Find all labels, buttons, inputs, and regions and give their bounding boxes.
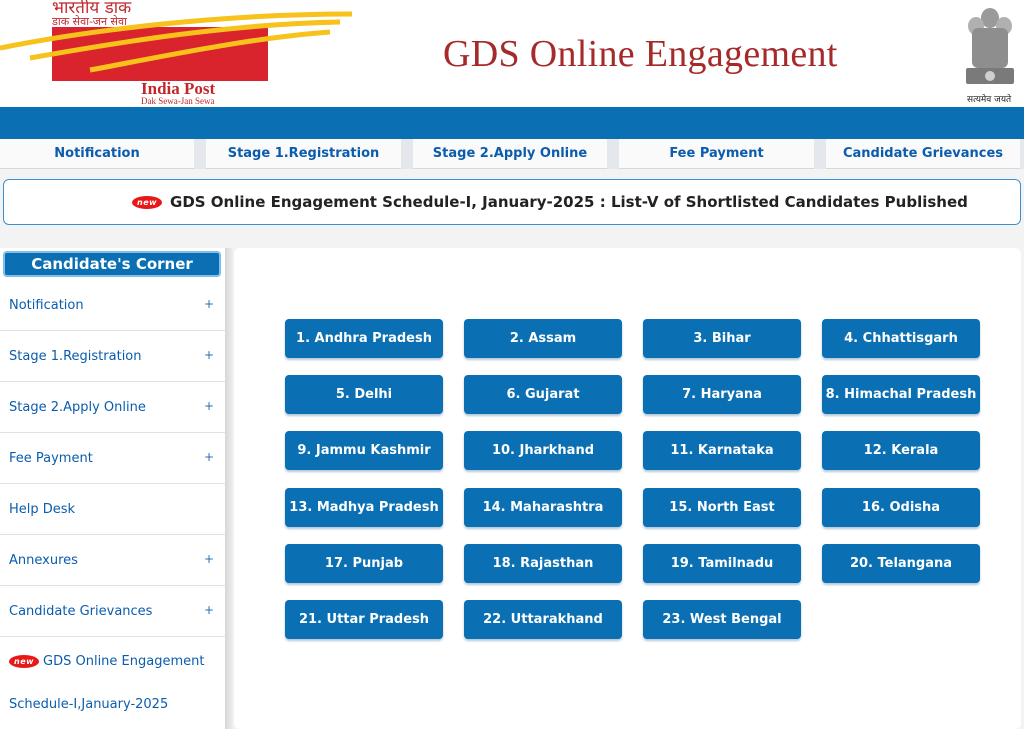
state-button-telangana[interactable]: 20. Telangana [822, 544, 980, 583]
sidebar-item-label: Candidate Grievances [9, 603, 153, 619]
sidebar-item-fee-payment[interactable]: Fee Payment + [0, 433, 225, 484]
state-button-andhra-pradesh[interactable]: 1. Andhra Pradesh [285, 319, 443, 358]
nav-tab-notification[interactable]: Notification [0, 139, 194, 169]
state-button-maharashtra[interactable]: 14. Maharashtra [464, 488, 622, 527]
sidebar-item-label: Notification [9, 297, 84, 313]
expand-plus-icon[interactable]: + [204, 552, 214, 566]
sidebar-item-candidate-grievances[interactable]: Candidate Grievances + [0, 586, 225, 637]
header-band [0, 107, 1024, 139]
state-button-kerala[interactable]: 12. Kerala [822, 431, 980, 470]
sidebar-title: Candidate's Corner [3, 251, 221, 277]
expand-plus-icon[interactable]: + [204, 450, 214, 464]
state-button-north-east[interactable]: 15. North East [643, 488, 801, 527]
logo-tagline: Dak Sewa-Jan Sewa [141, 96, 215, 106]
state-button-delhi[interactable]: 5. Delhi [285, 375, 443, 414]
sidebar-new-link-line1[interactable]: GDS Online Engagement [43, 654, 204, 669]
new-badge-icon: new [9, 655, 40, 668]
state-button-jharkhand[interactable]: 10. Jharkhand [464, 431, 622, 470]
state-button-bihar[interactable]: 3. Bihar [643, 319, 801, 358]
sidebar-item-registration[interactable]: Stage 1.Registration + [0, 331, 225, 382]
state-button-karnataka[interactable]: 11. Karnataka [643, 431, 801, 470]
sidebar-item-notification[interactable]: Notification + [0, 280, 225, 331]
state-button-madhya-pradesh[interactable]: 13. Madhya Pradesh [285, 488, 443, 527]
expand-plus-icon[interactable]: + [204, 297, 214, 311]
expand-plus-icon[interactable]: + [204, 603, 214, 617]
expand-plus-icon[interactable]: + [204, 348, 214, 362]
state-button-odisha[interactable]: 16. Odisha [822, 488, 980, 527]
state-button-west-bengal[interactable]: 23. West Bengal [643, 600, 801, 639]
state-button-uttar-pradesh[interactable]: 21. Uttar Pradesh [285, 600, 443, 639]
sidebar-divider [225, 248, 233, 729]
announcement-marquee[interactable]: new GDS Online Engagement Schedule-I, Ja… [3, 179, 1021, 225]
emblem-caption: सत्यमेव जयते [967, 95, 1012, 105]
state-button-jammu-kashmir[interactable]: 9. Jammu Kashmir [285, 431, 443, 470]
sidebar-item-label: Annexures [9, 552, 78, 568]
nav-tab-candidate-grievances[interactable]: Candidate Grievances [826, 139, 1020, 169]
state-button-uttarakhand[interactable]: 22. Uttarakhand [464, 600, 622, 639]
nav-tab-fee-payment[interactable]: Fee Payment [619, 139, 814, 169]
sidebar-item-label: Help Desk [9, 501, 76, 517]
logo-hindi-subtext: डाक सेवा-जन सेवा [52, 15, 127, 28]
state-button-rajasthan[interactable]: 18. Rajasthan [464, 544, 622, 583]
state-button-himachal-pradesh[interactable]: 8. Himachal Pradesh [822, 375, 980, 414]
sidebar-new-link[interactable]: new GDS Online Engagement [9, 654, 204, 669]
national-emblem-icon [966, 8, 1014, 84]
site-header: भारतीय डाक डाक सेवा-जन सेवा India Post D… [0, 0, 1024, 107]
state-button-assam[interactable]: 2. Assam [464, 319, 622, 358]
nav-tab-apply-online[interactable]: Stage 2.Apply Online [413, 139, 607, 169]
state-button-gujarat[interactable]: 6. Gujarat [464, 375, 622, 414]
sidebar-item-label: Stage 1.Registration [9, 348, 142, 364]
nav-tab-registration[interactable]: Stage 1.Registration [206, 139, 401, 169]
sidebar-item-label: Fee Payment [9, 450, 93, 466]
sidebar-item-annexures[interactable]: Annexures + [0, 535, 225, 586]
state-button-haryana[interactable]: 7. Haryana [643, 375, 801, 414]
state-button-tamilnadu[interactable]: 19. Tamilnadu [643, 544, 801, 583]
state-button-punjab[interactable]: 17. Punjab [285, 544, 443, 583]
sidebar-item-help-desk[interactable]: Help Desk [0, 484, 225, 535]
page-title: GDS Online Engagement [443, 33, 838, 75]
announcement-text[interactable]: GDS Online Engagement Schedule-I, Januar… [170, 193, 968, 211]
new-badge-icon: new [132, 195, 163, 209]
sidebar-item-label: Stage 2.Apply Online [9, 399, 146, 415]
sidebar-new-link-line2[interactable]: Schedule-I,January-2025 [9, 697, 168, 712]
expand-plus-icon[interactable]: + [204, 399, 214, 413]
state-button-chhattisgarh[interactable]: 4. Chhattisgarh [822, 319, 980, 358]
sidebar-item-apply-online[interactable]: Stage 2.Apply Online + [0, 382, 225, 433]
